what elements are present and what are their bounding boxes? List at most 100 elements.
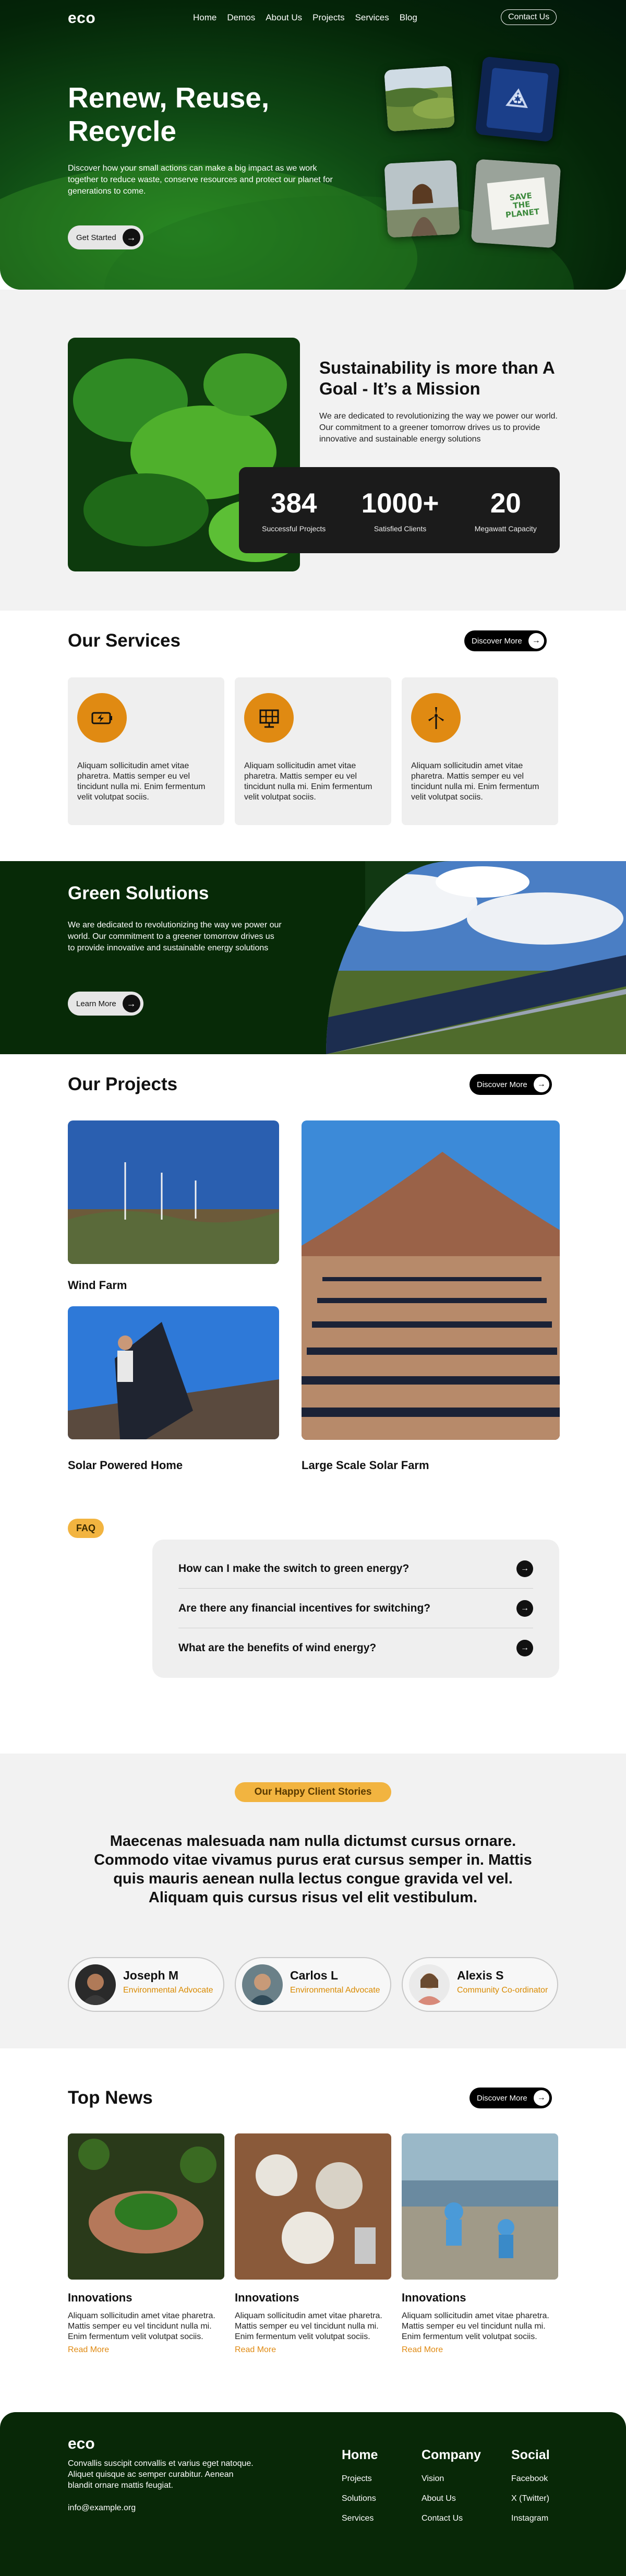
arrow-right-icon: →: [516, 1560, 533, 1577]
services-title: Our Services: [68, 630, 180, 651]
stat-number: 20: [490, 488, 521, 519]
nav-item-demos[interactable]: Demos: [227, 13, 255, 23]
footer-column-company: Company Vision About Us Contact Us: [422, 2448, 481, 2534]
read-more-link[interactable]: Read More: [235, 2345, 391, 2355]
svg-text:♻: ♻: [511, 91, 524, 108]
nav-item-projects[interactable]: Projects: [312, 13, 344, 23]
read-more-link[interactable]: Read More: [68, 2345, 224, 2355]
faq-item[interactable]: What are the benefits of wind energy? →: [178, 1628, 533, 1668]
footer-link[interactable]: Contact Us: [422, 2514, 481, 2523]
project-title-solar-home[interactable]: Solar Powered Home: [68, 1459, 183, 1472]
arrow-right-icon: →: [533, 2090, 549, 2106]
news-section: Top News Discover More → Innovations Ali…: [0, 2048, 626, 2412]
footer-link[interactable]: Services: [342, 2514, 378, 2523]
person-name: Joseph M: [123, 1969, 179, 1982]
news-discover-button[interactable]: Discover More →: [469, 2088, 552, 2108]
wind-turbine-icon: [411, 693, 461, 743]
project-title-solar-farm[interactable]: Large Scale Solar Farm: [302, 1459, 429, 1472]
arrow-right-icon: →: [122, 229, 140, 246]
news-card[interactable]: Innovations Aliquam sollicitudin amet vi…: [402, 2133, 558, 2355]
get-started-button[interactable]: Get Started →: [68, 225, 143, 249]
logo[interactable]: eco: [68, 9, 95, 27]
avatar: [409, 1964, 450, 2005]
nav-item-about[interactable]: About Us: [266, 13, 302, 23]
footer-link[interactable]: About Us: [422, 2494, 481, 2503]
news-image-hands-plant: [68, 2133, 224, 2280]
projects-title: Our Projects: [68, 1074, 178, 1094]
read-more-link[interactable]: Read More: [402, 2345, 558, 2355]
footer-column-title: Company: [422, 2448, 481, 2462]
discover-label: Discover More: [477, 1080, 527, 1089]
news-card[interactable]: Innovations Aliquam sollicitudin amet vi…: [68, 2133, 224, 2355]
faq-question: What are the benefits of wind energy?: [178, 1642, 377, 1654]
nav-item-home[interactable]: Home: [193, 13, 216, 23]
footer-link[interactable]: Facebook: [511, 2474, 550, 2484]
news-title: Innovations: [235, 2291, 299, 2304]
footer-logo[interactable]: eco: [68, 2435, 95, 2453]
footer-link[interactable]: X (Twitter): [511, 2494, 550, 2503]
stats-panel: 384 Successful Projects 1000+ Satisfied …: [239, 467, 560, 553]
footer-link[interactable]: Projects: [342, 2474, 378, 2484]
nav-item-blog[interactable]: Blog: [400, 13, 417, 23]
faq-item[interactable]: How can I make the switch to green energ…: [178, 1549, 533, 1589]
hero-image-woman: [384, 160, 460, 238]
testimonial-person[interactable]: Alexis S Community Co-ordinator: [402, 1957, 558, 2012]
hero-image-sign: SAVE THE PLANET: [471, 159, 561, 248]
top-nav: eco Home Demos About Us Projects Service…: [0, 0, 626, 37]
footer-column-title: Home: [342, 2448, 378, 2462]
solar-farm-image[interactable]: [302, 1120, 560, 1440]
stat-capacity: 20 Megawatt Capacity: [475, 487, 537, 533]
stat-projects: 384 Successful Projects: [262, 487, 326, 533]
footer-email[interactable]: info@example.org: [68, 2503, 136, 2513]
news-title: Innovations: [68, 2291, 133, 2304]
person-name: Alexis S: [457, 1969, 504, 1982]
person-role: Environmental Advocate: [290, 1986, 380, 1995]
wind-farm-image[interactable]: [68, 1120, 279, 1264]
service-card[interactable]: Aliquam sollicitudin amet vitae pharetra…: [68, 677, 224, 825]
sign-text: SAVE THE PLANET: [505, 190, 540, 220]
testimonial-person[interactable]: Joseph M Environmental Advocate: [68, 1957, 224, 2012]
arrow-right-icon: →: [122, 995, 140, 1012]
contact-button[interactable]: Contact Us: [501, 9, 557, 25]
footer-link[interactable]: Solutions: [342, 2494, 378, 2503]
faq-list: How can I make the switch to green energ…: [152, 1540, 559, 1678]
person-name: Carlos L: [290, 1969, 339, 1982]
services-discover-button[interactable]: Discover More →: [464, 630, 547, 651]
avatar: [75, 1964, 116, 2005]
service-card[interactable]: Aliquam sollicitudin amet vitae pharetra…: [402, 677, 558, 825]
news-image-zero-waste: [235, 2133, 391, 2280]
stat-number: 1000+: [361, 488, 439, 519]
projects-section: Our Projects Discover More → Wind Farm S…: [0, 1054, 626, 1519]
footer-column-home: Home Projects Solutions Services: [342, 2448, 378, 2534]
testimonial-quote: Maecenas malesuada nam nulla dictumst cu…: [94, 1833, 532, 1906]
testimonial-person[interactable]: Carlos L Environmental Advocate: [235, 1957, 391, 2012]
service-text: Aliquam sollicitudin amet vitae pharetra…: [244, 761, 372, 802]
arrow-right-icon: →: [528, 633, 544, 649]
faq-tag: FAQ: [68, 1519, 104, 1538]
footer-link[interactable]: Vision: [422, 2474, 481, 2484]
news-card[interactable]: Innovations Aliquam sollicitudin amet vi…: [235, 2133, 391, 2355]
green-title: Green Solutions: [68, 883, 209, 903]
nav-item-services[interactable]: Services: [355, 13, 389, 23]
learn-more-button[interactable]: Learn More →: [68, 992, 143, 1016]
project-title-wind-farm[interactable]: Wind Farm: [68, 1279, 127, 1292]
hero-section: eco Home Demos About Us Projects Service…: [0, 0, 626, 290]
testimonials-section: Our Happy Client Stories Maecenas malesu…: [0, 1754, 626, 2048]
faq-item[interactable]: Are there any financial incentives for s…: [178, 1589, 533, 1628]
projects-discover-button[interactable]: Discover More →: [469, 1074, 552, 1095]
learn-more-label: Learn More: [76, 999, 116, 1008]
nav-menu: Home Demos About Us Projects Services Bl…: [193, 13, 417, 23]
avatar: [242, 1964, 283, 2005]
solar-home-image[interactable]: [68, 1306, 279, 1439]
stat-label: Megawatt Capacity: [474, 524, 537, 533]
faq-question: How can I make the switch to green energ…: [178, 1562, 410, 1575]
faq-question: Are there any financial incentives for s…: [178, 1602, 431, 1614]
about-section: Sustainability is more than A Goal - It’…: [0, 290, 626, 611]
service-text: Aliquam sollicitudin amet vitae pharetra…: [77, 761, 206, 802]
discover-label: Discover More: [472, 636, 522, 646]
footer-link[interactable]: Instagram: [511, 2514, 550, 2523]
arrow-right-icon: →: [516, 1640, 533, 1656]
footer-column-social: Social Facebook X (Twitter) Instagram: [511, 2448, 550, 2534]
service-card[interactable]: Aliquam sollicitudin amet vitae pharetra…: [235, 677, 391, 825]
footer-description: Convallis suscipit convallis et varius e…: [68, 2459, 254, 2490]
